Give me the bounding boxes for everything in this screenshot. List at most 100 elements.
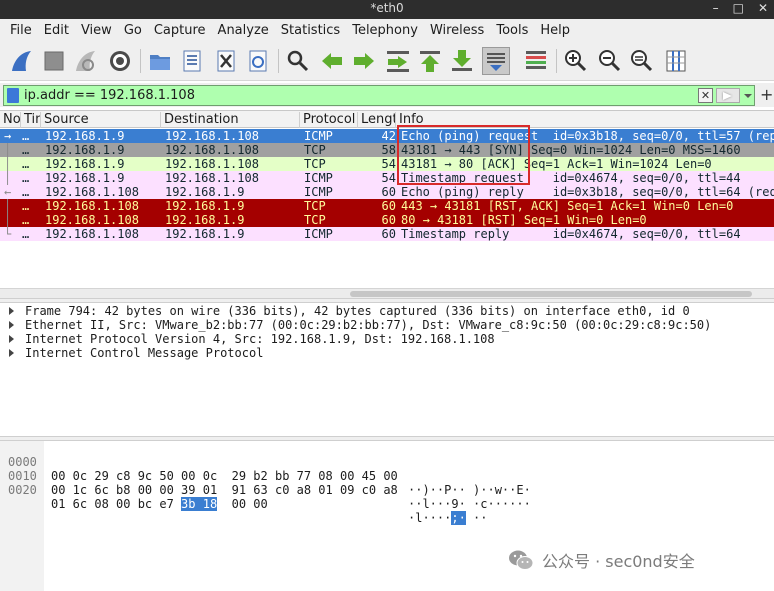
go-back-icon[interactable] (318, 47, 346, 75)
conversation-line-icon: ← (4, 185, 12, 199)
expand-arrow-icon[interactable] (9, 335, 14, 343)
menu-file[interactable]: File (4, 23, 38, 38)
detail-row-frame[interactable]: Frame 794: 42 bytes on wire (336 bits), … (0, 304, 774, 318)
packet-row[interactable]: │ … 192.168.1.108 192.168.1.9 TCP 60 80 → 4318… (0, 213, 774, 227)
restart-capture-icon[interactable] (72, 47, 100, 75)
selected-bytes: 3b 18 (181, 497, 218, 511)
bookmark-icon[interactable] (7, 88, 19, 103)
find-packet-icon[interactable] (284, 47, 312, 75)
save-file-icon[interactable] (178, 47, 206, 75)
column-time[interactable]: Tin (21, 112, 41, 128)
go-forward-icon[interactable] (350, 47, 378, 75)
packet-cell-len: 58 (381, 143, 396, 157)
conversation-line-icon: └ (4, 227, 12, 241)
auto-scroll-icon[interactable] (482, 47, 510, 75)
conversation-line-icon: │ (4, 213, 12, 227)
close-file-icon[interactable] (212, 47, 240, 75)
colorize-icon[interactable] (522, 47, 550, 75)
packet-cell-proto: ICMP (304, 171, 333, 185)
menu-wireless[interactable]: Wireless (424, 23, 490, 38)
minimize-button[interactable]: – (713, 1, 719, 15)
display-filter-field: ✕ (3, 85, 755, 106)
packet-details: Frame 794: 42 bytes on wire (336 bits), … (0, 303, 774, 436)
expand-arrow-icon[interactable] (9, 349, 14, 357)
column-protocol[interactable]: Protocol (300, 112, 358, 128)
go-to-packet-icon[interactable] (384, 47, 412, 75)
packet-cell-info: Timestamp request id=0x4674, seq=0/0, tt… (401, 171, 741, 185)
packet-cell-dst: 192.168.1.9 (165, 227, 245, 241)
menu-statistics[interactable]: Statistics (275, 23, 346, 38)
window-title: *eth0 (370, 1, 404, 15)
bytes-row[interactable]: 0020 01 6c 08 00 bc e7 3b 18 00 00 ·l···… (0, 469, 774, 525)
menu-bar: File Edit View Go Capture Analyze Statis… (0, 19, 774, 41)
packet-cell-proto: TCP (304, 199, 326, 213)
menu-tools[interactable]: Tools (490, 23, 534, 38)
packet-list: No Tin Source Destination Protocol Lengt… (0, 110, 774, 298)
menu-go[interactable]: Go (118, 23, 148, 38)
packet-cell-info: Echo (ping) request id=0x3b18, seq=0/0, … (401, 129, 774, 143)
column-source[interactable]: Source (41, 112, 161, 128)
go-first-icon[interactable] (416, 47, 444, 75)
packet-cell-proto: ICMP (304, 185, 333, 199)
detail-row-ipv4[interactable]: Internet Protocol Version 4, Src: 192.16… (0, 332, 774, 346)
maximize-button[interactable]: □ (733, 1, 744, 15)
packet-cell-no: … (22, 129, 30, 143)
display-filter-input[interactable] (24, 87, 684, 104)
stop-capture-icon[interactable] (40, 47, 68, 75)
packet-list-scrollbar[interactable] (0, 288, 774, 298)
packet-cell-no: … (22, 185, 30, 199)
reload-file-icon[interactable] (244, 47, 272, 75)
add-filter-button[interactable]: + (760, 85, 773, 104)
conversation-line-icon: │ (4, 199, 12, 213)
apply-filter-button[interactable] (716, 88, 740, 103)
menu-help[interactable]: Help (534, 23, 576, 38)
packet-cell-no: … (22, 171, 30, 185)
packet-row[interactable]: │ … 192.168.1.9 192.168.1.108 TCP 58 43181 → 4… (0, 143, 774, 157)
resize-columns-icon[interactable] (662, 47, 690, 75)
menu-capture[interactable]: Capture (148, 23, 212, 38)
open-file-icon[interactable] (146, 47, 174, 75)
packet-row[interactable]: │ … 192.168.1.108 192.168.1.9 TCP 60 443 → 431… (0, 199, 774, 213)
menu-analyze[interactable]: Analyze (212, 23, 275, 38)
packet-cell-dst: 192.168.1.108 (165, 143, 259, 157)
packet-cell-src: 192.168.1.9 (45, 129, 125, 143)
packet-row[interactable]: ← … 192.168.1.108 192.168.1.9 ICMP 60 Echo (pi… (0, 185, 774, 199)
packet-cell-src: 192.168.1.9 (45, 157, 125, 171)
packet-row[interactable]: └ … 192.168.1.108 192.168.1.9 ICMP 60 Timestam… (0, 227, 774, 241)
packet-cell-proto: TCP (304, 213, 326, 227)
filter-history-chevron-icon[interactable] (743, 88, 753, 103)
shark-fin-start-icon[interactable] (8, 47, 36, 75)
wechat-icon (508, 549, 534, 571)
column-length[interactable]: Lengt (358, 112, 396, 128)
packet-cell-src: 192.168.1.108 (45, 213, 139, 227)
packet-cell-src: 192.168.1.9 (45, 171, 125, 185)
go-last-icon[interactable] (448, 47, 476, 75)
watermark: 公众号 · sec0nd安全 (508, 546, 695, 574)
bytes-row[interactable]: 0000 00 0c 29 c8 9c 50 00 0c 29 b2 bb 77… (0, 441, 774, 497)
capture-options-gear-icon[interactable] (106, 47, 134, 75)
zoom-in-icon[interactable] (562, 47, 590, 75)
packet-cell-info: Timestamp reply id=0x4674, seq=0/0, ttl=… (401, 227, 741, 241)
packet-row[interactable]: │ … 192.168.1.9 192.168.1.108 TCP 54 43181 → 8… (0, 157, 774, 171)
expand-arrow-icon[interactable] (9, 321, 14, 329)
bytes-row[interactable]: 0010 00 1c 6c b8 00 00 39 01 91 63 c0 a8… (0, 455, 774, 511)
menu-edit[interactable]: Edit (38, 23, 75, 38)
packet-row[interactable]: │ … 192.168.1.9 192.168.1.108 ICMP 54 Timestam… (0, 171, 774, 185)
column-destination[interactable]: Destination (161, 112, 300, 128)
zoom-out-icon[interactable] (596, 47, 624, 75)
scrollbar-thumb[interactable] (350, 291, 752, 297)
column-no[interactable]: No (0, 112, 21, 128)
detail-row-ethernet[interactable]: Ethernet II, Src: VMware_b2:bb:77 (00:0c… (0, 318, 774, 332)
normal-size-icon[interactable] (628, 47, 656, 75)
column-info[interactable]: Info (396, 112, 774, 128)
menu-telephony[interactable]: Telephony (346, 23, 424, 38)
menu-view[interactable]: View (75, 23, 118, 38)
expand-arrow-icon[interactable] (9, 307, 14, 315)
packet-row[interactable]: → … 192.168.1.9 192.168.1.108 ICMP 42 Echo (pi… (0, 129, 774, 143)
clear-filter-button[interactable]: ✕ (698, 88, 713, 103)
close-window-button[interactable]: ✕ (758, 1, 768, 15)
packet-cell-len: 60 (381, 185, 396, 199)
packet-cell-info: Echo (ping) reply id=0x3b18, seq=0/0, tt… (401, 185, 774, 199)
packet-cell-proto: TCP (304, 157, 326, 171)
detail-row-icmp[interactable]: Internet Control Message Protocol (0, 346, 774, 360)
